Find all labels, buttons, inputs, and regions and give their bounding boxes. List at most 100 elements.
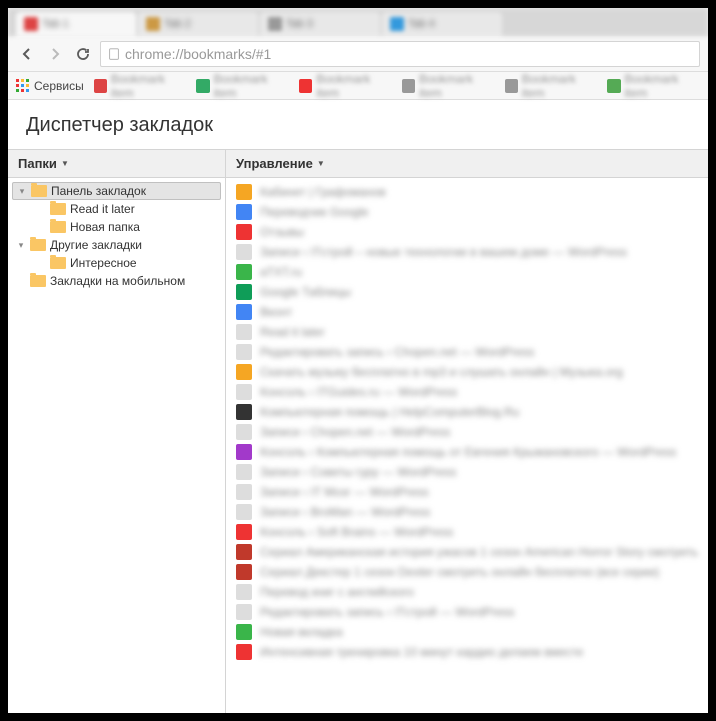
bookmark-bar-item[interactable]: Bookmark item: [299, 72, 392, 100]
bookmark-favicon-icon: [236, 604, 252, 620]
tabs-bar: Tab 1Tab 2Tab 3Tab 4: [8, 8, 708, 36]
folder-tree-item[interactable]: Закладки на мобильном: [8, 272, 225, 290]
apps-button[interactable]: Сервисы: [16, 79, 84, 93]
bookmark-row[interactable]: Перевод книг с английского: [226, 582, 708, 602]
folder-label: Панель закладок: [51, 184, 146, 198]
bookmark-row[interactable]: Скачать музыку бесплатно в mp3 и слушать…: [226, 362, 708, 382]
tab-favicon-icon: [24, 17, 38, 31]
favicon-icon: [607, 79, 620, 93]
folder-tree-item[interactable]: Интересное: [8, 254, 225, 272]
browser-tab[interactable]: Tab 1: [16, 12, 136, 36]
bookmark-favicon-icon: [236, 184, 252, 200]
bookmark-row[interactable]: Редактировать запись ‹ Chopen.net — Word…: [226, 342, 708, 362]
bookmark-title: Компьютерная помощь | HelpComputerBlog.R…: [260, 405, 519, 419]
favicon-icon: [402, 79, 415, 93]
reload-icon: [75, 46, 91, 62]
address-bar[interactable]: chrome://bookmarks/#1: [100, 41, 700, 67]
bookmark-favicon-icon: [236, 344, 252, 360]
tab-favicon-icon: [390, 17, 404, 31]
bookmark-title: Сериал Американская история ужасов 1 сез…: [260, 545, 698, 559]
bookmark-row[interactable]: Редактировать запись ‹ ITстрой — WordPre…: [226, 602, 708, 622]
folder-tree-item[interactable]: Read it later: [8, 200, 225, 218]
bookmark-row[interactable]: Сериал Американская история ужасов 1 сез…: [226, 542, 708, 562]
bookmark-row[interactable]: Переводчик Google: [226, 202, 708, 222]
bookmark-row[interactable]: Отзывы: [226, 222, 708, 242]
bookmark-row[interactable]: Read it later: [226, 322, 708, 342]
bookmark-title: Кабинет | Графоманов: [260, 185, 386, 199]
expand-icon[interactable]: ▾: [16, 240, 26, 251]
dropdown-arrow-icon: ▼: [317, 159, 325, 168]
bookmark-title: Записи ‹ BroMan — WordPress: [260, 505, 430, 519]
folder-tree-item[interactable]: ▾ Панель закладок: [12, 182, 221, 200]
forward-button[interactable]: [44, 43, 66, 65]
bookmark-favicon-icon: [236, 584, 252, 600]
bookmark-row[interactable]: Сериал Декстер 1 сезон Dexter смотреть о…: [226, 562, 708, 582]
bookmark-row[interactable]: Компьютерная помощь | HelpComputerBlog.R…: [226, 402, 708, 422]
bookmark-row[interactable]: Консоль ‹ Soft Brains — WordPress: [226, 522, 708, 542]
bookmark-row[interactable]: aTXT.ru: [226, 262, 708, 282]
bookmark-row[interactable]: Записи ‹ BroMan — WordPress: [226, 502, 708, 522]
browser-tab[interactable]: Tab 2: [138, 12, 258, 36]
bookmark-row[interactable]: Интенсивная тренировка 10 минут кардио д…: [226, 642, 708, 662]
favicon-icon: [299, 79, 312, 93]
column-headers: Папки ▼ Управление ▼: [8, 149, 708, 177]
bookmark-bar-item[interactable]: Bookmark item: [196, 72, 289, 100]
bookmark-favicon-icon: [236, 564, 252, 580]
bookmark-favicon-icon: [236, 224, 252, 240]
page-title: Диспетчер закладок: [8, 100, 708, 149]
bookmark-title: Консоль ‹ Soft Brains — WordPress: [260, 525, 453, 539]
bookmark-row[interactable]: Google Таблицы: [226, 282, 708, 302]
bookmark-title: Консоль ‹ Компьютерная помощь от Евгения…: [260, 445, 676, 459]
folder-icon: [31, 185, 47, 197]
favicon-icon: [505, 79, 518, 93]
bookmark-title: Отзывы: [260, 225, 304, 239]
bookmark-title: Вконт: [260, 305, 292, 319]
folder-label: Закладки на мобильном: [50, 274, 185, 288]
folder-tree-item[interactable]: Новая папка: [8, 218, 225, 236]
browser-tab[interactable]: Tab 3: [260, 12, 380, 36]
folder-tree-item[interactable]: ▾Другие закладки: [8, 236, 225, 254]
browser-window: Tab 1Tab 2Tab 3Tab 4 chrome://bookmarks/…: [8, 8, 708, 713]
bookmark-title: Записи ‹ ITстрой – новые технологии в ва…: [260, 245, 627, 259]
bookmark-title: Консоль ‹ ITGuides.ru — WordPress: [260, 385, 457, 399]
bookmark-row[interactable]: Консоль ‹ ITGuides.ru — WordPress: [226, 382, 708, 402]
bookmark-title: Сериал Декстер 1 сезон Dexter смотреть о…: [260, 565, 659, 579]
bookmark-favicon-icon: [236, 624, 252, 640]
bookmark-row[interactable]: Новая вкладка: [226, 622, 708, 642]
browser-tab[interactable]: Tab 4: [382, 12, 502, 36]
bookmark-title: Переводчик Google: [260, 205, 369, 219]
arrow-left-icon: [19, 46, 35, 62]
back-button[interactable]: [16, 43, 38, 65]
bookmark-favicon-icon: [236, 304, 252, 320]
bookmark-row[interactable]: Записи ‹ Советы гуру — WordPress: [226, 462, 708, 482]
bookmark-row[interactable]: Консоль ‹ Компьютерная помощь от Евгения…: [226, 442, 708, 462]
folder-icon: [50, 257, 66, 269]
bookmark-favicon-icon: [236, 384, 252, 400]
bookmark-bar-item[interactable]: Bookmark item: [607, 72, 700, 100]
expand-icon[interactable]: ▾: [17, 186, 27, 197]
reload-button[interactable]: [72, 43, 94, 65]
folders-header[interactable]: Папки ▼: [8, 150, 226, 177]
bookmark-title: Read it later: [260, 325, 325, 339]
favicon-icon: [94, 79, 107, 93]
bookmark-bar-item[interactable]: Bookmark item: [402, 72, 495, 100]
favicon-icon: [196, 79, 209, 93]
bookmarks-bar: Сервисы Bookmark item Bookmark item Bookma…: [8, 72, 708, 100]
bookmark-favicon-icon: [236, 424, 252, 440]
manage-header[interactable]: Управление ▼: [226, 150, 708, 177]
bookmark-row[interactable]: Вконт: [226, 302, 708, 322]
apps-label: Сервисы: [34, 79, 84, 93]
bookmark-favicon-icon: [236, 364, 252, 380]
bookmark-row[interactable]: Записи ‹ IT Мозг — WordPress: [226, 482, 708, 502]
page-content: Диспетчер закладок Папки ▼ Управление ▼ …: [8, 100, 708, 713]
bookmark-favicon-icon: [236, 544, 252, 560]
bookmark-bar-item[interactable]: Bookmark item: [505, 72, 598, 100]
bookmark-title: Записи ‹ IT Мозг — WordPress: [260, 485, 429, 499]
bookmark-title: Редактировать запись ‹ ITстрой — WordPre…: [260, 605, 515, 619]
dropdown-arrow-icon: ▼: [61, 159, 69, 168]
bookmark-row[interactable]: Кабинет | Графоманов: [226, 182, 708, 202]
bookmark-bar-item[interactable]: Bookmark item: [94, 72, 187, 100]
bookmark-favicon-icon: [236, 504, 252, 520]
bookmark-row[interactable]: Записи ‹ Chopen.net — WordPress: [226, 422, 708, 442]
bookmark-row[interactable]: Записи ‹ ITстрой – новые технологии в ва…: [226, 242, 708, 262]
